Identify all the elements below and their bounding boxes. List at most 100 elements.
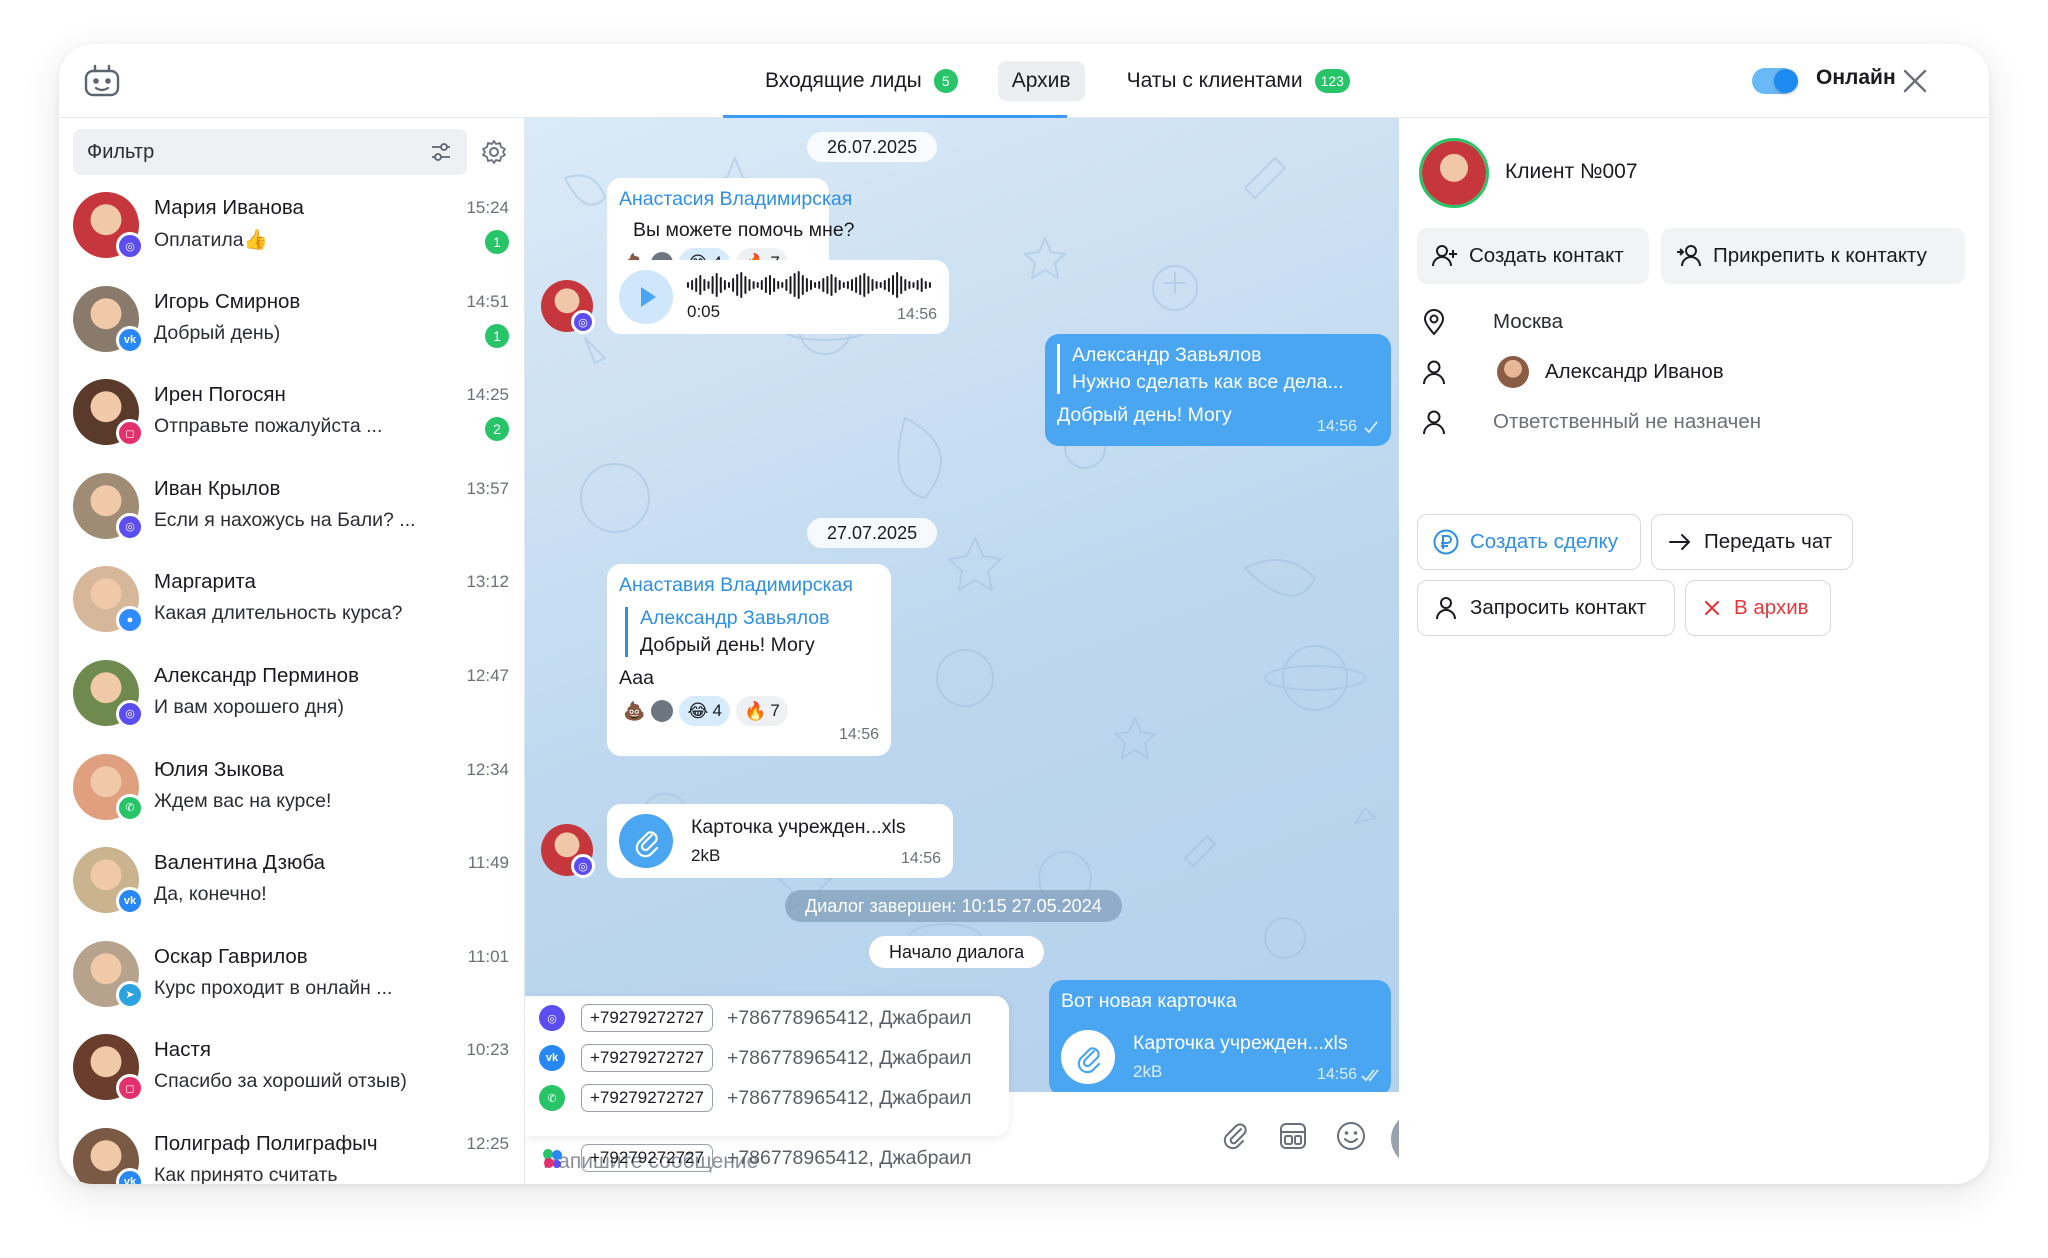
waveform-bar (912, 282, 915, 288)
outgoing-message[interactable]: Вот новая карточка Карточка учрежден...x… (1049, 980, 1391, 1096)
waveform-bar (740, 272, 743, 298)
template-icon[interactable] (1277, 1120, 1309, 1152)
chat-list-item[interactable]: ➤ Оскар Гаврилов Курс проходит в онлайн … (59, 940, 524, 1035)
chat-list-item[interactable]: ✆ Юлия Зыкова Ждем вас на курсе! 12:34 (59, 753, 524, 848)
message-author[interactable]: Анаставия Владимирская (619, 574, 879, 597)
reply-quote[interactable]: Александр Завьялов Добрый день! Могу (625, 607, 879, 657)
messenger-icon: ◎ (116, 512, 144, 541)
reaction-laugh[interactable]: 😂4 (679, 696, 730, 726)
chat-list-item[interactable]: ● Маргарита Какая длительность курса? 13… (59, 566, 524, 660)
phone-chip[interactable]: +79279272727 (581, 1144, 713, 1172)
waveform-bar (863, 273, 866, 297)
contact-suggestion[interactable]: +79279272727 +786778965412, Джабраил (539, 1142, 972, 1174)
waveform-bar (723, 280, 726, 290)
responsible-row[interactable]: Ответственный не назначен (1419, 407, 1761, 437)
reaction-fire[interactable]: 🔥7 (735, 696, 788, 726)
chat-list-item[interactable]: ◎ Иван Крылов Если я нахожусь на Бали? .… (59, 472, 524, 567)
meh-emoji-icon[interactable] (651, 700, 674, 722)
fire-emoji: 🔥 (743, 700, 767, 722)
chat-list-item[interactable]: vk Игорь Смирнов Добрый день) 14:51 1 (59, 285, 524, 380)
messenger-icon: ◎ (571, 854, 595, 878)
voice-message[interactable]: 0:05 14:56 (607, 260, 949, 334)
chat-list-item[interactable]: ◎ Мария Иванова Оплатила👍 15:24 1 (59, 192, 524, 286)
chat-sidebar: Фильтр ◎ Мария Иванова Оплатила👍 15:24 1… (59, 118, 525, 1184)
archive-button[interactable]: В архив (1685, 580, 1831, 636)
waveform-bar (801, 275, 804, 295)
incoming-message[interactable]: Анаставия Владимирская Александр Завьяло… (607, 564, 891, 756)
contact-suggestion[interactable]: ◎ +79279272727 +786778965412, Джабраил (539, 1002, 972, 1034)
link-user-icon (1677, 245, 1701, 267)
waveform-bar (867, 276, 870, 294)
message-author[interactable]: Анастасия Владимирская (619, 188, 852, 211)
user-icon (1423, 360, 1445, 385)
phone-chip[interactable]: +79279272727 (581, 1044, 713, 1072)
tab-archive[interactable]: Архив (997, 61, 1085, 101)
reply-author: Александр Завьялов (640, 607, 830, 629)
chat-time: 10:23 (466, 1040, 509, 1060)
vk-icon: vk (116, 1167, 144, 1184)
paperclip-icon[interactable] (1219, 1120, 1251, 1152)
phone-chip[interactable]: +79279272727 (581, 1084, 713, 1112)
file-name[interactable]: Карточка учрежден...xls (691, 816, 906, 839)
poop-emoji[interactable]: 💩 (623, 701, 645, 722)
chat-list-item[interactable]: ◻ Ирен Погосян Отправьте пожалуйста ... … (59, 379, 524, 473)
online-toggle[interactable] (1752, 68, 1798, 94)
attachment-icon[interactable] (619, 814, 673, 868)
multi-icon (539, 1145, 565, 1171)
request-contact-button[interactable]: Запросить контакт (1417, 580, 1675, 636)
waveform-bar (842, 282, 845, 288)
message-text: Вот новая карточка (1061, 990, 1237, 1012)
phone-chip[interactable]: +79279272727 (581, 1004, 713, 1032)
waveform-bar (818, 281, 821, 289)
close-icon (1704, 600, 1720, 616)
tab-label: Чаты с клиентами (1126, 69, 1303, 92)
mic-button[interactable] (1391, 1112, 1399, 1166)
message-time: 14:56 (900, 850, 941, 867)
gear-icon[interactable] (480, 138, 508, 166)
reply-text: Добрый день! Могу (640, 634, 815, 656)
waveform[interactable] (685, 270, 935, 300)
create-deal-button[interactable]: Создать сделку (1417, 514, 1641, 570)
chat-preview: Ждем вас на курсе! (154, 789, 332, 812)
mic-icon (1391, 1112, 1399, 1166)
manager-avatar (1497, 356, 1529, 388)
close-icon[interactable] (1900, 66, 1930, 96)
sliders-icon[interactable] (429, 140, 453, 164)
chat-list-item[interactable]: ◎ Александр Перминов И вам хорошего дня)… (59, 659, 524, 754)
chat-preview: Спасибо за хороший отзыв) (154, 1070, 407, 1093)
chat-time: 14:25 (466, 385, 509, 405)
chat-list-item[interactable]: vk Полиграф Полиграфыч Как принято счита… (59, 1127, 524, 1184)
bot-icon[interactable] (83, 64, 121, 98)
chat-preview: Оплатила👍 (154, 229, 268, 251)
chat-name: Ирен Погосян (154, 383, 286, 407)
tab-client-chats[interactable]: Чаты с клиентами 123 (1085, 61, 1350, 101)
user-icon (1423, 410, 1445, 435)
contact-suggestion[interactable]: ✆ +79279272727 +786778965412, Джабраил (539, 1082, 972, 1114)
waveform-bar (879, 282, 882, 288)
whatsapp-icon: ✆ (539, 1085, 565, 1111)
file-message[interactable]: Карточка учрежден...xls 2kB 14:56 (607, 804, 953, 878)
toggle-knob (1774, 69, 1798, 93)
file-name[interactable]: Карточка учрежден...xls (1133, 1032, 1348, 1055)
button-label: Запросить контакт (1470, 596, 1647, 619)
emoji-icon[interactable] (1335, 1120, 1367, 1152)
ruble-icon (1433, 529, 1459, 555)
transfer-chat-button[interactable]: Передать чат (1651, 514, 1853, 570)
outgoing-message[interactable]: Александр Завьялов Нужно сделать как все… (1045, 334, 1391, 446)
chat-preview: Да, конечно! (154, 883, 267, 906)
chat-preview: Если я нахожусь на Бали? ... (154, 508, 416, 531)
create-contact-button[interactable]: Создать контакт (1417, 228, 1649, 284)
manager-row[interactable]: Александр Иванов (1419, 356, 1724, 388)
reply-quote[interactable]: Александр Завьялов Нужно сделать как все… (1057, 344, 1379, 394)
filter-field[interactable]: Фильтр (73, 129, 467, 175)
contact-suggestion[interactable]: vk +79279272727 +786778965412, Джабраил (539, 1042, 972, 1074)
waveform-bar (744, 276, 747, 294)
chat-list-item[interactable]: ◻ Настя Спасибо за хороший отзыв) 10:23 (59, 1034, 524, 1128)
chat-list-item[interactable]: vk Валентина Дзюба Да, конечно! 11:49 (59, 847, 524, 941)
client-avatar[interactable] (1419, 138, 1489, 208)
tab-incoming-leads[interactable]: Входящие лиды 5 (739, 61, 984, 101)
chat-name: Игорь Смирнов (154, 289, 301, 313)
attach-to-contact-button[interactable]: Прикрепить к контакту (1661, 228, 1965, 284)
attachment-icon[interactable] (1061, 1030, 1115, 1084)
play-button[interactable] (619, 270, 673, 324)
